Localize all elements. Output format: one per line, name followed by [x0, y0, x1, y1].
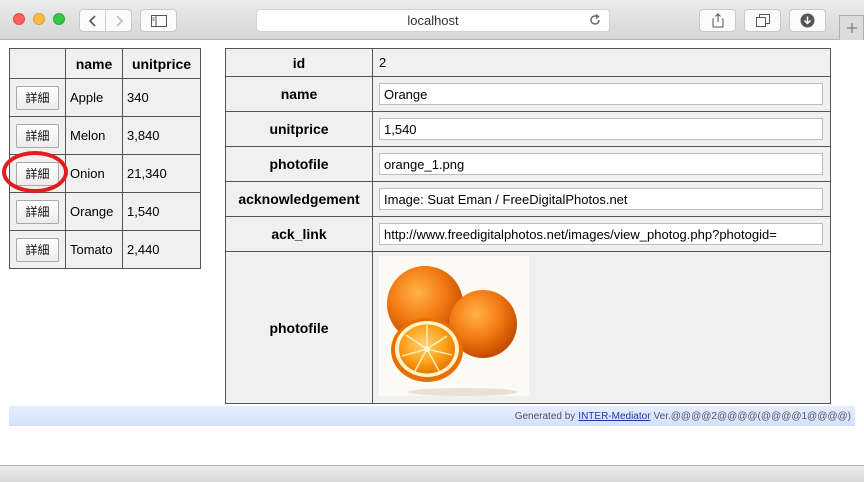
detail-button-apple[interactable]: 詳細 [16, 85, 59, 110]
detail-row-unitprice: unitprice 1,540 [225, 111, 831, 147]
detail-row-id: id 2 [225, 48, 831, 77]
plus-icon [846, 23, 857, 33]
row-unitprice: 340 [122, 78, 201, 117]
list-header-unitprice: unitprice [122, 48, 201, 79]
highlight-circle [2, 151, 68, 193]
detail-button-tomato[interactable]: 詳細 [16, 237, 59, 262]
row-unitprice: 2,440 [122, 230, 201, 269]
close-window-button[interactable] [13, 13, 25, 25]
photofile-field[interactable]: orange_1.png [379, 153, 823, 175]
photofile-label: photofile [225, 146, 373, 182]
inter-mediator-link[interactable]: INTER-Mediator [578, 411, 650, 422]
zoom-window-button[interactable] [53, 13, 65, 25]
tabs-icon [755, 14, 770, 27]
detail-row-photofile: photofile orange_1.png [225, 146, 831, 182]
name-label: name [225, 76, 373, 112]
detail-row-photo: photofile [225, 251, 831, 404]
photo-label: photofile [225, 251, 373, 404]
name-field[interactable]: Orange [379, 83, 823, 105]
unitprice-field[interactable]: 1,540 [379, 118, 823, 140]
status-bar [0, 465, 864, 482]
share-icon [712, 13, 723, 28]
reload-icon[interactable] [588, 13, 602, 27]
ack-link-label: ack_link [225, 216, 373, 252]
share-button[interactable] [699, 9, 736, 32]
table-row: 詳細 Tomato 2,440 [9, 230, 201, 269]
chevron-right-icon [115, 14, 123, 27]
table-row: 詳細 Apple 340 [9, 78, 201, 117]
back-button[interactable] [80, 10, 105, 31]
row-unitprice: 1,540 [122, 192, 201, 231]
row-name: Onion [65, 154, 123, 193]
row-unitprice: 21,340 [122, 154, 201, 193]
download-button[interactable] [789, 9, 826, 32]
row-name: Melon [65, 116, 123, 155]
minimize-window-button[interactable] [33, 13, 45, 25]
acknowledgement-label: acknowledgement [225, 181, 373, 217]
id-value: 2 [372, 48, 831, 77]
footer-version: Ver.@@@@2@@@@(@@@@1@@@@) [653, 410, 851, 422]
sidebar-button[interactable] [140, 9, 177, 32]
address-bar[interactable]: localhost [256, 9, 610, 32]
new-tab-button[interactable] [839, 15, 864, 40]
browser-toolbar: localhost [0, 0, 864, 40]
detail-row-ack-link: ack_link http://www.freedigitalphotos.ne… [225, 216, 831, 252]
footer-prefix: Generated by [514, 410, 576, 422]
list-header-row: name unitprice [9, 48, 201, 79]
ack-link-field[interactable]: http://www.freedigitalphotos.net/images/… [379, 223, 823, 245]
detail-row-name: name Orange [225, 76, 831, 112]
row-name: Orange [65, 192, 123, 231]
product-detail-table: id 2 name Orange unitprice 1,540 photofi… [225, 48, 831, 404]
list-header-name: name [65, 48, 123, 79]
navigation-buttons [79, 9, 132, 32]
detail-row-acknowledgement: acknowledgement Image: Suat Eman / FreeD… [225, 181, 831, 217]
unitprice-label: unitprice [225, 111, 373, 147]
chevron-left-icon [88, 14, 96, 27]
list-header-blank [9, 48, 66, 79]
detail-button-melon[interactable]: 詳細 [16, 123, 59, 148]
download-icon [800, 13, 815, 28]
table-row: 詳細 Orange 1,540 [9, 192, 201, 231]
row-name: Tomato [65, 230, 123, 269]
orange-photo [379, 256, 529, 396]
forward-button[interactable] [105, 10, 131, 31]
row-unitprice: 3,840 [122, 116, 201, 155]
generator-footer: Generated by INTER-Mediator Ver.@@@@2@@@… [9, 406, 855, 426]
acknowledgement-field[interactable]: Image: Suat Eman / FreeDigitalPhotos.net [379, 188, 823, 210]
sidebar-icon [150, 14, 167, 27]
table-row: 詳細 Melon 3,840 [9, 116, 201, 155]
tabs-button[interactable] [744, 9, 781, 32]
row-name: Apple [65, 78, 123, 117]
id-label: id [225, 48, 373, 77]
detail-button-orange[interactable]: 詳細 [16, 199, 59, 224]
address-text: localhost [407, 13, 459, 28]
